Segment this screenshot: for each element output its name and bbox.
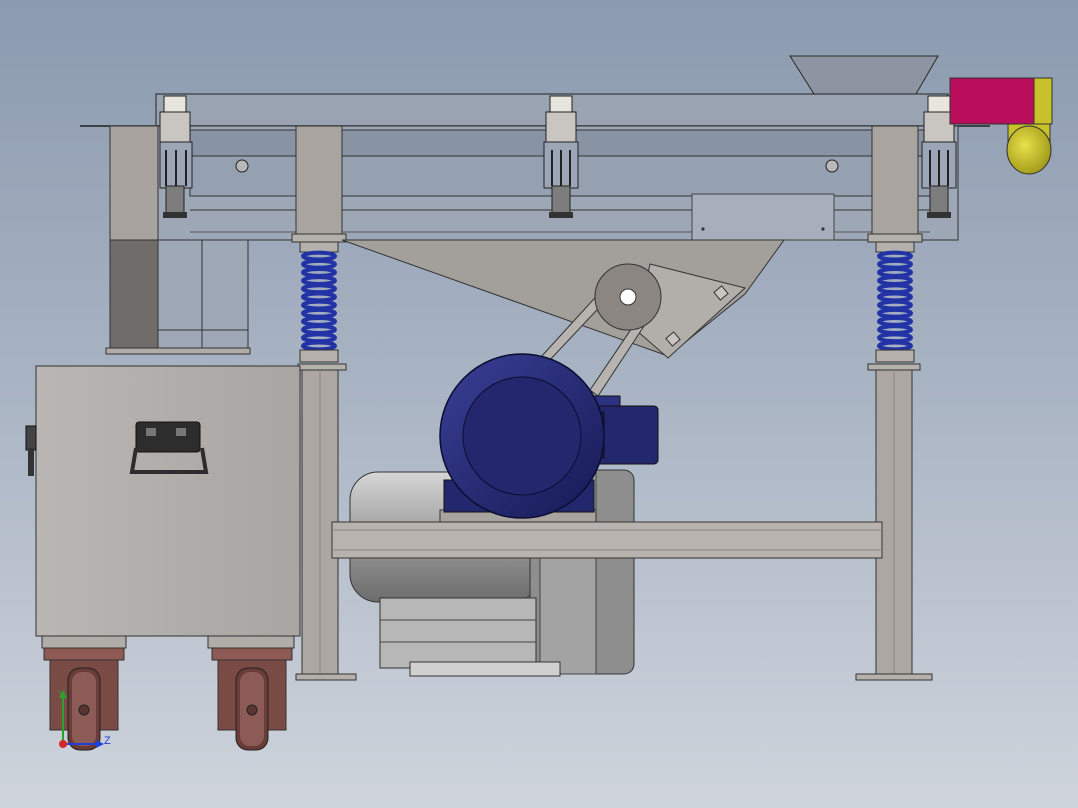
spring-coil: [877, 324, 913, 336]
spring-coil: [301, 291, 337, 303]
drive-pulley: [594, 263, 662, 331]
spring-coil: [301, 283, 337, 295]
spring-coil: [301, 332, 337, 344]
suspension-spring-right: [875, 241, 915, 363]
vibrating-screener-drawing: Y Z: [25, 55, 1053, 751]
cross-beam: [331, 521, 883, 559]
spring-coil: [877, 258, 913, 270]
spring-coil: [877, 307, 913, 319]
spring-coil: [301, 299, 337, 311]
spring-coil: [877, 340, 913, 352]
caster-wheel-left[interactable]: [43, 647, 125, 751]
spring-coil: [877, 299, 913, 311]
spring-coil: [877, 266, 913, 278]
spring-coil: [301, 307, 337, 319]
axis-origin-dot: [59, 740, 67, 748]
spring-coil: [301, 324, 337, 336]
feed-hopper: [789, 55, 939, 95]
spring-coil: [301, 258, 337, 270]
z-axis-label: Z: [104, 735, 111, 747]
spring-coil: [877, 250, 913, 262]
spring-coil: [301, 340, 337, 352]
control-cabinet: [25, 365, 301, 649]
spring-coil: [301, 250, 337, 262]
suspension-spring-left: [299, 241, 339, 363]
spring-coil: [301, 275, 337, 287]
y-axis-label: Y: [58, 689, 66, 701]
spring-coil: [877, 315, 913, 327]
spring-coil: [877, 332, 913, 344]
spring-coil: [877, 275, 913, 287]
spring-coil: [877, 291, 913, 303]
screen-deck: [80, 93, 990, 241]
spring-coil: [301, 315, 337, 327]
spring-coil: [877, 283, 913, 295]
caster-wheel-right[interactable]: [211, 647, 293, 751]
cad-viewport[interactable]: Y Z: [0, 0, 1078, 808]
upper-post-right: [867, 125, 923, 243]
upper-post-left: [291, 125, 347, 243]
spring-coil: [301, 266, 337, 278]
